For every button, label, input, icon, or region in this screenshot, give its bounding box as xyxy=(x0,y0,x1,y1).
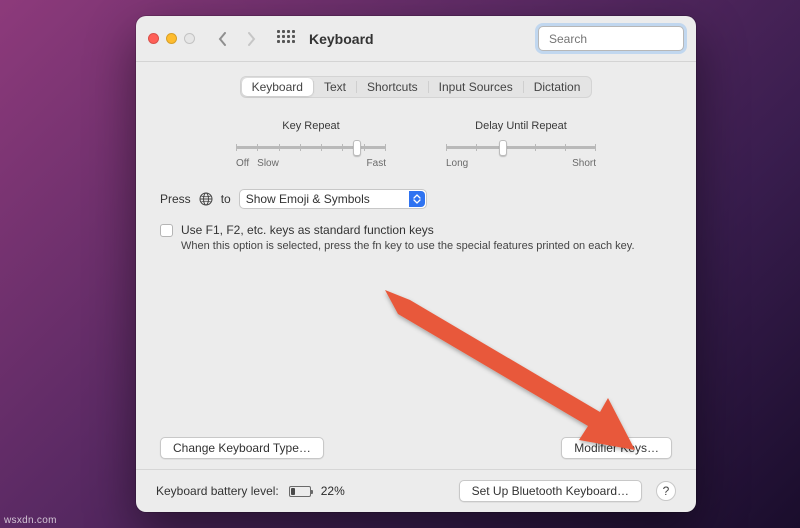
to-label: to xyxy=(221,192,231,206)
press-label: Press xyxy=(160,192,191,206)
key-repeat-slider[interactable] xyxy=(236,138,386,156)
tab-shortcuts[interactable]: Shortcuts xyxy=(357,78,428,96)
delay-slider[interactable] xyxy=(446,138,596,156)
setup-bluetooth-keyboard-button[interactable]: Set Up Bluetooth Keyboard… xyxy=(459,480,642,502)
tab-dictation[interactable]: Dictation xyxy=(524,78,591,96)
delay-slider-block: Delay Until Repeat Long Short xyxy=(446,120,596,169)
battery-icon xyxy=(289,486,311,497)
delay-short-label: Short xyxy=(572,158,596,169)
forward-button[interactable] xyxy=(239,25,263,53)
key-repeat-slow-label: Slow xyxy=(257,158,362,169)
titlebar: Keyboard xyxy=(136,16,696,62)
help-button[interactable]: ? xyxy=(656,481,676,501)
watermark: wsxdn.com xyxy=(4,515,57,526)
key-repeat-thumb[interactable] xyxy=(353,140,361,156)
minimize-window-button[interactable] xyxy=(166,33,177,44)
key-repeat-ends: Off Slow Fast xyxy=(236,158,386,169)
fn-keys-label: Use F1, F2, etc. keys as standard functi… xyxy=(181,223,635,237)
tab-text[interactable]: Text xyxy=(314,78,356,96)
delay-long-label: Long xyxy=(446,158,468,169)
search-field[interactable] xyxy=(538,26,684,51)
key-repeat-fast-label: Fast xyxy=(367,158,386,169)
tab-input-sources[interactable]: Input Sources xyxy=(429,78,523,96)
key-repeat-label: Key Repeat xyxy=(236,120,386,132)
maximize-window-button[interactable] xyxy=(184,33,195,44)
key-repeat-slider-block: Key Repeat Off Slow Fast xyxy=(236,120,386,169)
globe-icon xyxy=(199,192,213,206)
globe-action-value: Show Emoji & Symbols xyxy=(246,192,370,206)
key-repeat-off-label: Off xyxy=(236,158,249,169)
delay-thumb[interactable] xyxy=(499,140,507,156)
show-all-icon[interactable] xyxy=(277,30,295,48)
system-preferences-window: Keyboard Keyboard Text Shortcuts Input S… xyxy=(136,16,696,512)
content-bottom-buttons: Change Keyboard Type… Modifier Keys… xyxy=(160,437,672,459)
press-globe-row: Press to Show Emoji & Symbols xyxy=(160,189,672,209)
chevron-right-icon xyxy=(246,32,256,46)
fn-keys-row: Use F1, F2, etc. keys as standard functi… xyxy=(160,223,672,254)
delay-ends: Long Short xyxy=(446,158,596,169)
back-button[interactable] xyxy=(211,25,235,53)
keyboard-tab-content: Key Repeat Off Slow Fast Delay Until Rep… xyxy=(136,104,696,469)
nav-arrows xyxy=(211,25,263,53)
battery-label: Keyboard battery level: xyxy=(156,484,279,498)
traffic-lights xyxy=(148,33,195,44)
close-window-button[interactable] xyxy=(148,33,159,44)
delay-label: Delay Until Repeat xyxy=(446,120,596,132)
select-arrows-icon xyxy=(409,191,425,207)
tab-row: Keyboard Text Shortcuts Input Sources Di… xyxy=(136,62,696,104)
modifier-keys-button[interactable]: Modifier Keys… xyxy=(561,437,672,459)
footer: Keyboard battery level: 22% Set Up Bluet… xyxy=(136,470,696,512)
sliders-row: Key Repeat Off Slow Fast Delay Until Rep… xyxy=(160,120,672,169)
fn-keys-text: Use F1, F2, etc. keys as standard functi… xyxy=(181,223,635,254)
tab-keyboard[interactable]: Keyboard xyxy=(242,78,313,96)
fn-keys-description: When this option is selected, press the … xyxy=(181,239,635,254)
battery-percent: 22% xyxy=(321,484,345,498)
search-input[interactable] xyxy=(549,32,704,46)
change-keyboard-type-button[interactable]: Change Keyboard Type… xyxy=(160,437,324,459)
globe-action-select[interactable]: Show Emoji & Symbols xyxy=(239,189,427,209)
segmented-tabs: Keyboard Text Shortcuts Input Sources Di… xyxy=(240,76,593,98)
window-title: Keyboard xyxy=(309,31,374,47)
fn-keys-checkbox[interactable] xyxy=(160,224,173,237)
chevron-left-icon xyxy=(218,32,228,46)
